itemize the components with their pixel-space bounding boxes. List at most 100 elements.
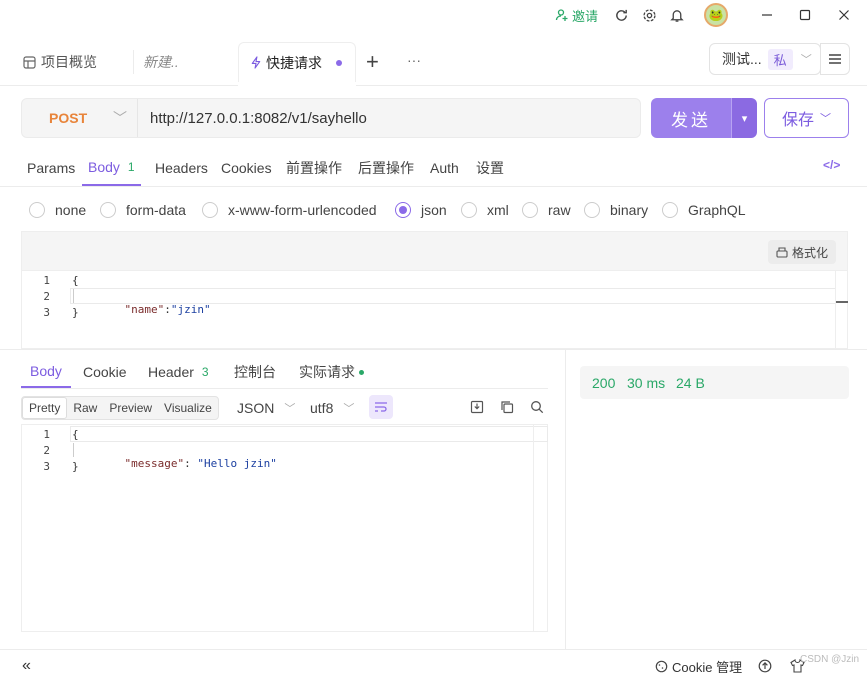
- radio-label: GraphQL: [688, 202, 746, 218]
- json-colon: :: [164, 303, 171, 316]
- tab-response-body[interactable]: Body: [21, 356, 71, 388]
- format-select[interactable]: JSON ﹀: [237, 396, 295, 420]
- avatar[interactable]: 🐸: [704, 3, 728, 27]
- tab-new[interactable]: 新建..: [143, 42, 179, 82]
- add-tab-button[interactable]: +: [366, 42, 379, 82]
- radio-label: x-www-form-urlencoded: [228, 202, 377, 218]
- url-input[interactable]: http://127.0.0.1:8082/v1/sayhello: [150, 99, 367, 137]
- request-body-editor[interactable]: 1 2 3 { "name":"jzin" }: [21, 271, 848, 349]
- tab-project-overview[interactable]: 项目概览: [23, 42, 97, 82]
- radio-label: binary: [610, 202, 649, 218]
- title-bar: 邀请 🐸: [0, 0, 867, 30]
- response-body-viewer[interactable]: 1 2 3 { "message": "Hello jzin" }: [21, 424, 548, 632]
- code-brace: }: [72, 460, 79, 473]
- radio-label: form-data: [126, 202, 186, 218]
- radio-none[interactable]: none: [29, 200, 86, 220]
- close-icon[interactable]: [834, 4, 854, 26]
- send-button[interactable]: 发送: [651, 98, 731, 138]
- method-select[interactable]: POST ﹀: [22, 99, 138, 137]
- tab-body[interactable]: Body 1: [82, 150, 141, 186]
- view-visualize[interactable]: Visualize: [158, 397, 218, 419]
- radio-urlencoded[interactable]: x-www-form-urlencoded: [202, 200, 377, 220]
- copy-icon[interactable]: [498, 398, 516, 416]
- minimize-icon[interactable]: [757, 4, 777, 26]
- tab-cookies[interactable]: Cookies: [221, 150, 272, 186]
- tab-headers[interactable]: Headers: [155, 150, 208, 186]
- collapse-sidebar-icon[interactable]: «: [22, 657, 31, 673]
- code-toggle-icon[interactable]: </>: [823, 158, 840, 172]
- radio-label: raw: [548, 202, 571, 218]
- view-preview[interactable]: Preview: [103, 397, 158, 419]
- tab-label: 前置操作: [286, 160, 342, 176]
- tab-settings[interactable]: 设置: [476, 150, 504, 186]
- more-tabs-button[interactable]: ···: [407, 40, 421, 80]
- tab-params[interactable]: Params: [27, 150, 75, 186]
- maximize-icon[interactable]: [795, 4, 815, 26]
- send-options-button[interactable]: ▾: [731, 98, 757, 138]
- response-status: 200 30 ms 24 B: [580, 366, 849, 399]
- tab-label: 后置操作: [358, 160, 414, 176]
- radio-circle: [202, 202, 218, 218]
- more-icon: ···: [407, 52, 421, 68]
- wrap-lines-button[interactable]: [369, 395, 393, 419]
- view-pretty[interactable]: Pretty: [22, 397, 68, 419]
- chevron-down-icon: ﹀: [284, 403, 296, 415]
- radio-label: none: [55, 202, 87, 218]
- scrollbar-thumb[interactable]: [836, 301, 848, 303]
- sync-icon[interactable]: [611, 4, 631, 26]
- radio-binary[interactable]: binary: [584, 200, 648, 220]
- json-value: "Hello jzin": [197, 457, 277, 470]
- indent-guide: [73, 289, 74, 303]
- cookie-manager-label: Cookie 管理: [672, 659, 743, 673]
- url-bar: POST ﹀ http://127.0.0.1:8082/v1/sayhello: [21, 98, 641, 138]
- radio-label: json: [421, 202, 447, 218]
- environment-badge: 私: [767, 48, 793, 70]
- view-raw[interactable]: Raw: [67, 397, 103, 419]
- tab-actual-request[interactable]: 实际请求: [299, 356, 364, 388]
- tab-quick-request[interactable]: 快捷请求: [238, 42, 356, 82]
- format-button[interactable]: 格式化: [768, 240, 837, 264]
- current-line-highlight: [70, 426, 548, 442]
- cookie-manager-button[interactable]: Cookie 管理: [655, 658, 742, 673]
- invite-button[interactable]: 邀请: [555, 4, 598, 26]
- json-colon: :: [184, 457, 198, 470]
- radio-xml[interactable]: xml: [461, 200, 509, 220]
- radio-graphql[interactable]: GraphQL: [662, 200, 746, 220]
- cookie-icon: [655, 660, 668, 672]
- tab-post-actions[interactable]: 后置操作: [358, 150, 414, 186]
- tab-label: Header: [148, 364, 194, 380]
- radio-circle: [100, 202, 116, 218]
- gear-icon[interactable]: [639, 4, 659, 26]
- response-size: 24 B: [676, 374, 705, 391]
- tab-auth[interactable]: Auth: [430, 150, 459, 186]
- status-dot: [359, 369, 364, 375]
- tab-response-header[interactable]: Header 3: [148, 356, 209, 388]
- menu-button[interactable]: [820, 43, 850, 75]
- tab-label: Cookies: [221, 160, 272, 176]
- radio-circle: [29, 202, 45, 218]
- scrollbar-track[interactable]: [835, 271, 836, 349]
- line-number: 1: [43, 274, 50, 287]
- body-count-badge: 1: [127, 160, 135, 174]
- download-icon[interactable]: [468, 398, 486, 416]
- tab-label: Params: [27, 160, 76, 176]
- tab-label: Body: [88, 159, 120, 175]
- encoding-select[interactable]: utf8 ﹀: [310, 396, 354, 420]
- tab-console[interactable]: 控制台: [234, 356, 276, 388]
- user-add-icon: [555, 9, 568, 21]
- radio-circle: [461, 202, 477, 218]
- radio-json[interactable]: json: [395, 200, 447, 220]
- header-count-badge: 3: [201, 365, 209, 379]
- tab-response-cookie[interactable]: Cookie: [83, 356, 127, 388]
- radio-form-data[interactable]: form-data: [100, 200, 186, 220]
- upload-icon[interactable]: [758, 658, 772, 673]
- radio-raw[interactable]: raw: [522, 200, 571, 220]
- search-icon[interactable]: [528, 398, 546, 416]
- save-button[interactable]: 保存 ﹀: [764, 98, 849, 138]
- environment-label: 测试...: [722, 51, 762, 67]
- bell-icon[interactable]: [667, 4, 687, 26]
- scrollbar-track[interactable]: [533, 425, 534, 631]
- tab-pre-actions[interactable]: 前置操作: [286, 150, 342, 186]
- lightning-icon: [251, 56, 261, 69]
- environment-select[interactable]: 测试... 私 ﹀: [709, 43, 821, 75]
